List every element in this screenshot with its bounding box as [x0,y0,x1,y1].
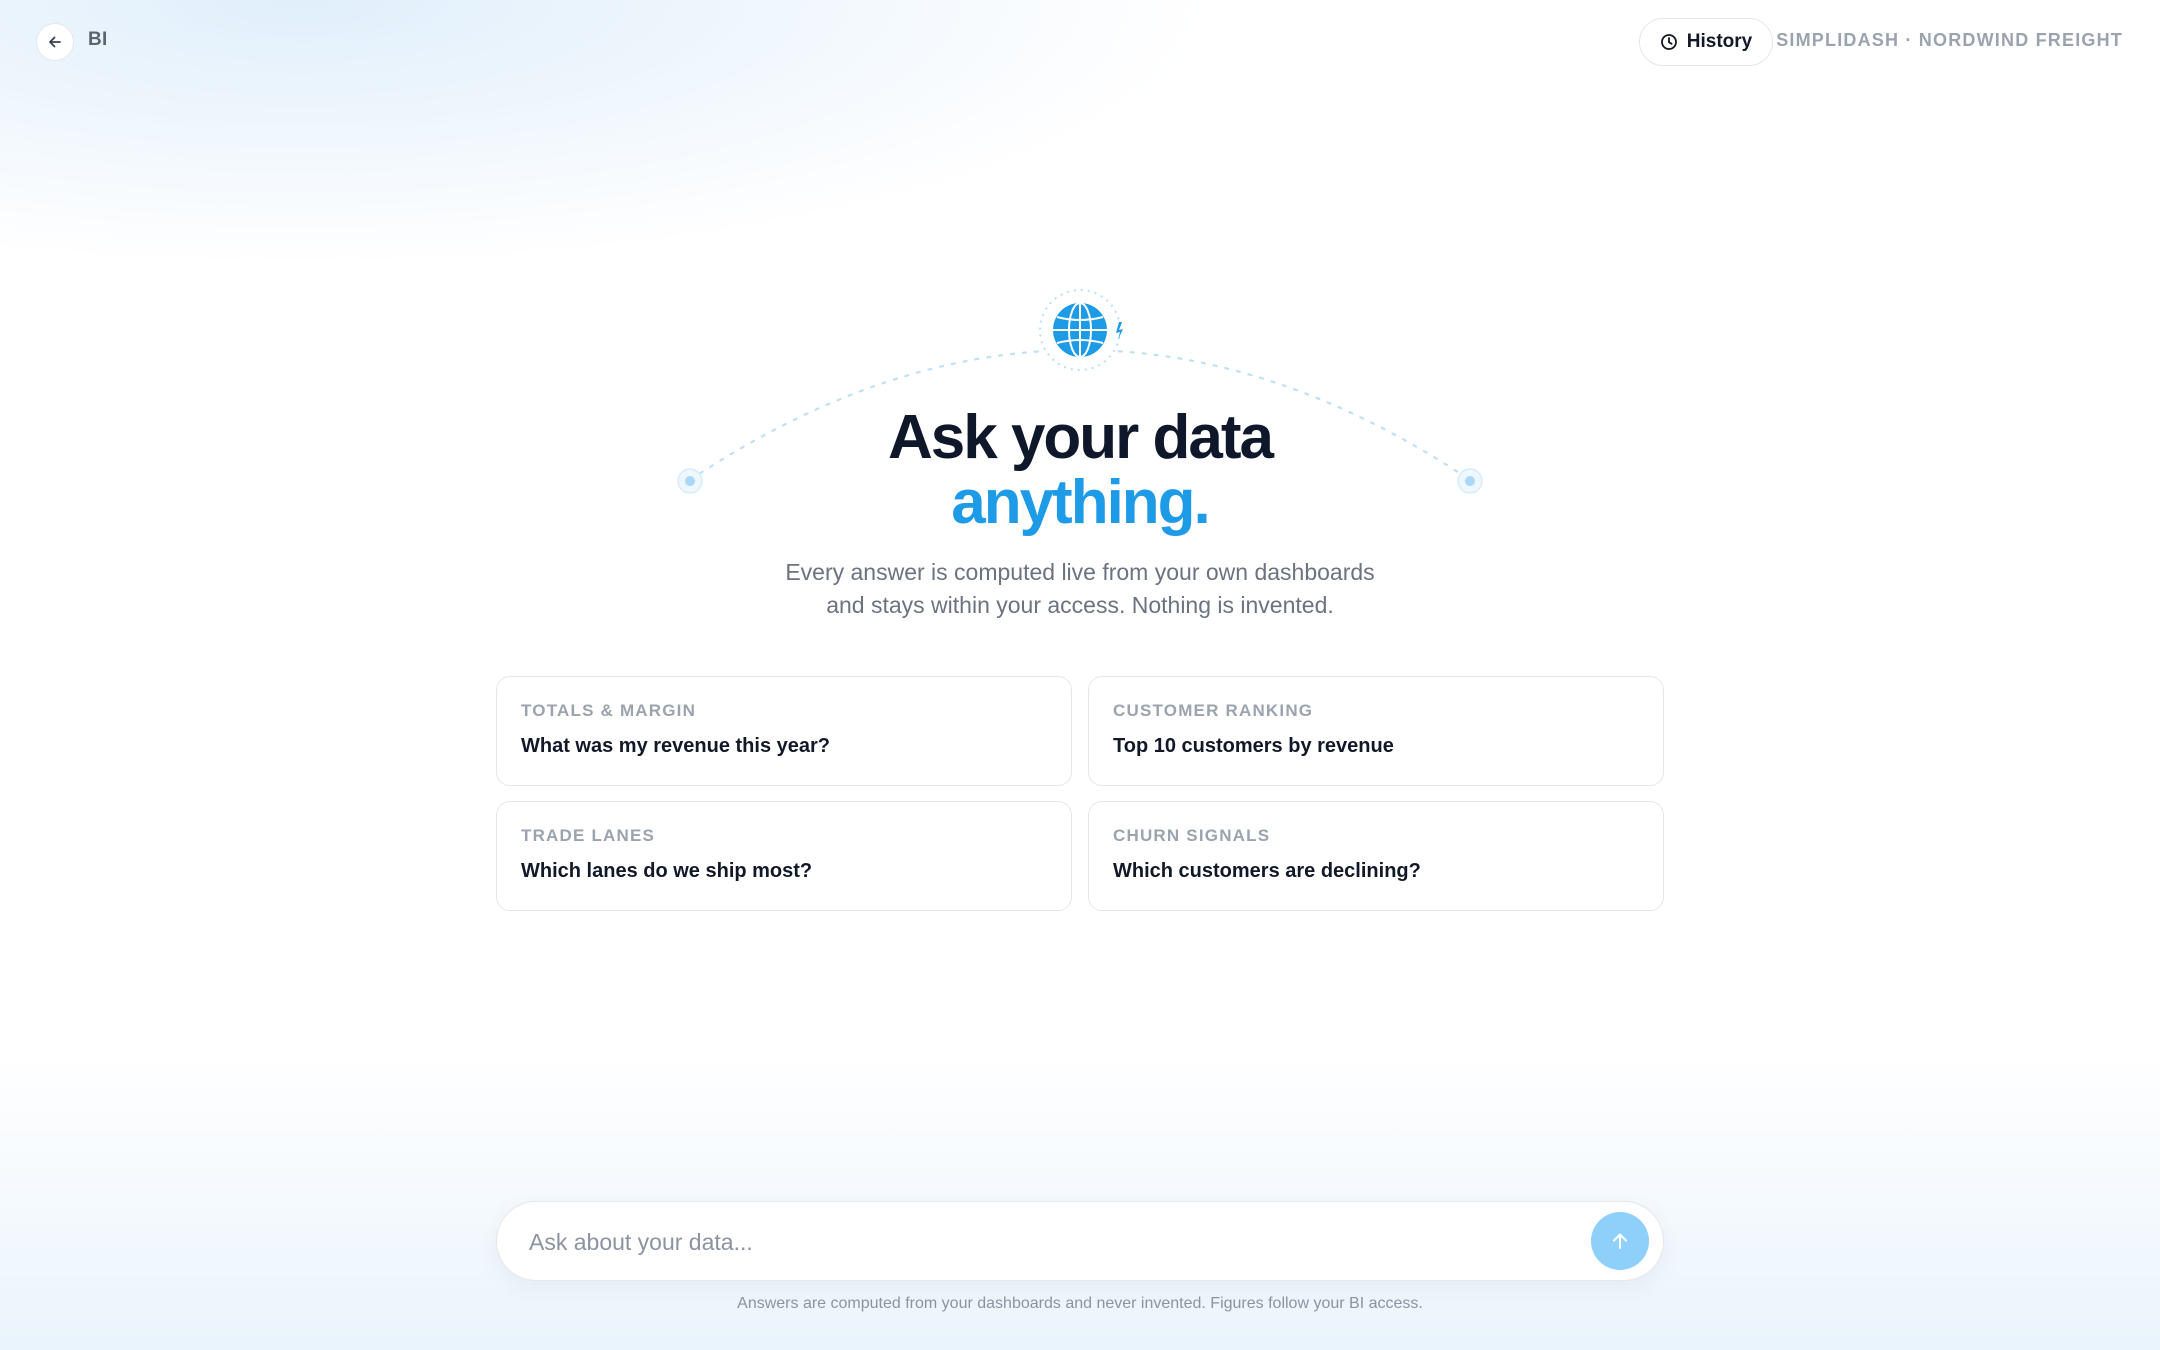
arrow-up-icon [1613,1233,1627,1249]
clock-icon [1660,34,1677,50]
hero-subtitle: Every answer is computed live from your … [0,556,2160,622]
ask-composer [496,1201,1664,1281]
suggestion-card-customer-ranking[interactable]: CUSTOMER RANKING Top 10 customers by rev… [1088,676,1664,786]
hero-subtitle-line2: and stays within your access. Nothing is… [826,592,1334,618]
suggestion-question: Top 10 customers by revenue [1113,735,1394,757]
hero-subtitle-line1: Every answer is computed live from your … [785,559,1375,585]
footnote: Answers are computed from your dashboard… [737,1295,1423,1312]
suggestion-category: CHURN SIGNALS [1113,826,1271,845]
suggestion-category: TRADE LANES [521,826,656,845]
suggestion-card-totals-margin[interactable]: TOTALS & MARGIN What was my revenue this… [496,676,1072,786]
section-label: BI [88,29,108,50]
ask-input[interactable] [527,1220,1531,1264]
suggestion-card-trade-lanes[interactable]: TRADE LANES Which lanes do we ship most? [496,801,1072,911]
history-button[interactable]: History [1639,18,1773,66]
globe-icon [1039,289,1123,371]
suggestion-question: Which lanes do we ship most? [521,860,813,882]
history-label: History [1686,31,1753,52]
suggestion-category: CUSTOMER RANKING [1113,701,1314,720]
suggestion-question: Which customers are declining? [1113,860,1421,882]
hero-title-line2: anything. [951,468,1211,537]
arrow-left-icon [49,36,61,48]
suggestion-question: What was my revenue this year? [521,735,831,757]
suggestion-category: TOTALS & MARGIN [521,701,697,720]
back-button[interactable] [36,23,74,61]
suggestion-card-churn-signals[interactable]: CHURN SIGNALS Which customers are declin… [1088,801,1664,911]
brand-text: SIMPLIDASH · NORDWIND FREIGHT [1776,30,2123,50]
send-button[interactable] [1591,1212,1649,1270]
